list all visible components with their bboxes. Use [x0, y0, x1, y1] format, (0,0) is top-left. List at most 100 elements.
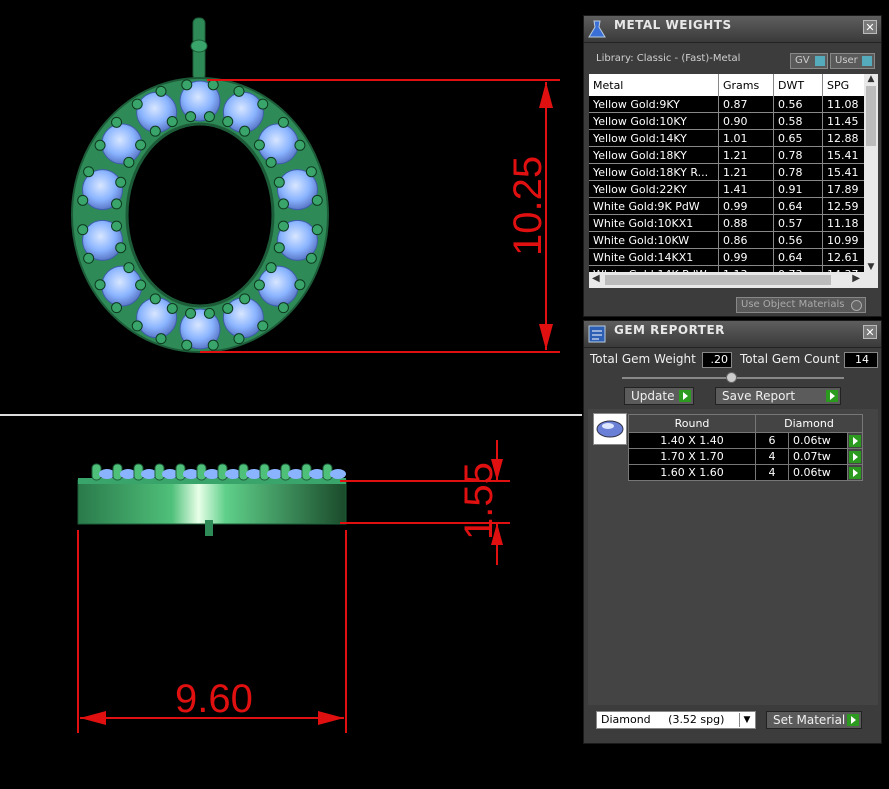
scroll-up-icon[interactable]: ▲ [864, 74, 878, 84]
prong-bead [181, 339, 193, 351]
prong [322, 463, 333, 481]
update-button[interactable]: Update [624, 387, 694, 405]
table-cell: 0.57 [773, 214, 823, 232]
scroll-thumb-horizontal[interactable] [605, 275, 831, 285]
horizontal-scrollbar[interactable]: ◀ ▶ [589, 272, 878, 288]
prong-bead [277, 116, 289, 128]
gem-row[interactable]: 1.60 X 1.60 4 0.06tw [628, 464, 863, 481]
table-cell: White Gold:9K PdW [589, 197, 719, 215]
gem-cell: 0.06tw [788, 464, 848, 481]
gem-cell: 1.60 X 1.60 [628, 464, 756, 481]
prong-bead [131, 320, 143, 332]
close-icon[interactable]: ✕ [863, 20, 877, 34]
table-row[interactable]: Yellow Gold:10KY 0.90 0.58 11.45 [589, 112, 872, 130]
prong-bead [311, 224, 323, 236]
table-row[interactable]: Yellow Gold:14KY 1.01 0.65 12.88 [589, 129, 872, 147]
prong-bead [277, 220, 289, 232]
gem-row[interactable]: 1.70 X 1.70 4 0.07tw [628, 448, 863, 465]
user-toggle[interactable]: User [830, 53, 875, 69]
prong [259, 463, 270, 481]
play-icon [679, 390, 691, 402]
use-object-materials-label: Use Object Materials [741, 299, 845, 310]
gem-row-action[interactable] [847, 432, 863, 449]
gem-reporter-title: GEM REPORTER [614, 323, 725, 337]
dimension-width: 9.60 [77, 530, 347, 733]
table-row[interactable]: White Gold:14KX1 0.99 0.64 12.61 [589, 248, 872, 266]
table-cell: Yellow Gold:18KY [589, 146, 719, 164]
gem-cell: 0.06tw [788, 432, 848, 449]
column-header-grams[interactable]: Grams [718, 74, 774, 96]
use-object-materials-toggle[interactable]: Use Object Materials [736, 297, 866, 313]
gem-row-action[interactable] [847, 464, 863, 481]
metal-table-container[interactable]: Metal Grams DWT SPG Yellow Gold:9KY 0.87 0… [589, 74, 878, 288]
cad-viewport[interactable]: 10.25 1.55 9.60 [0, 0, 582, 789]
prong-bead [294, 139, 306, 151]
table-cell: 0.91 [773, 180, 823, 198]
table-cell: White Gold:10KW [589, 231, 719, 249]
table-cell: 0.64 [773, 248, 823, 266]
play-icon[interactable] [849, 467, 861, 479]
play-icon[interactable] [849, 435, 861, 447]
column-header-material: Diamond [755, 414, 863, 433]
table-cell: Yellow Gold:9KY [589, 96, 719, 113]
pendant-side-view [77, 463, 347, 536]
prong [112, 463, 123, 481]
vertical-scrollbar[interactable]: ▲ ▼ [864, 74, 878, 272]
table-row[interactable]: Yellow Gold:18KY 1.21 0.78 15.41 [589, 146, 872, 164]
column-header-metal[interactable]: Metal [589, 74, 719, 96]
prong-bead [233, 333, 245, 345]
scroll-down-icon[interactable]: ▼ [864, 262, 878, 272]
total-gem-count-label: Total Gem Count [740, 352, 840, 366]
slider[interactable] [622, 372, 844, 384]
table-row[interactable]: Yellow Gold:22KY 1.41 0.91 17.89 [589, 180, 872, 198]
prong-bead [83, 166, 95, 178]
material-select[interactable]: Diamond (3.52 spg) ▼ [596, 711, 756, 729]
toggle-indicator-icon [815, 56, 825, 66]
prong [91, 463, 102, 481]
table-row[interactable]: Yellow Gold:18KY R... 1.21 0.78 15.41 [589, 163, 872, 181]
gem-reporter-panel: GEM REPORTER ✕ Total Gem Weight .20 Tota… [583, 320, 882, 744]
total-gem-count-field[interactable]: 14 [844, 352, 878, 368]
close-icon[interactable]: ✕ [863, 325, 877, 339]
total-gem-weight-label: Total Gem Weight [590, 352, 696, 366]
set-material-button[interactable]: Set Material [766, 711, 862, 729]
table-cell: 0.90 [718, 112, 774, 130]
prong-bead [185, 111, 197, 123]
table-cell: 0.88 [718, 214, 774, 232]
gv-toggle[interactable]: GV [790, 53, 828, 69]
gem-cell: 1.40 X 1.40 [628, 432, 756, 449]
scroll-left-icon[interactable]: ◀ [592, 273, 600, 284]
prong-bead [123, 262, 135, 274]
radio-icon [851, 300, 862, 311]
chevron-down-icon[interactable]: ▼ [739, 713, 754, 727]
gem-row-action[interactable] [847, 448, 863, 465]
table-row[interactable]: Yellow Gold:9KY 0.87 0.56 11.08 [589, 96, 872, 113]
gem-reporter-titlebar[interactable]: GEM REPORTER ✕ [584, 321, 881, 348]
table-cell: 0.58 [773, 112, 823, 130]
prong-bead [155, 333, 167, 345]
prong-bead [155, 85, 167, 97]
play-icon [826, 390, 838, 402]
prong [280, 463, 291, 481]
table-cell: 1.21 [718, 146, 774, 164]
gem-row[interactable]: 1.40 X 1.40 6 0.06tw [628, 432, 863, 449]
prong-bead [277, 198, 289, 210]
prong-bead [149, 293, 161, 305]
total-gem-weight-field[interactable]: .20 [702, 352, 732, 368]
scroll-thumb[interactable] [866, 86, 876, 146]
gem-table: Round Diamond 1.40 X 1.40 6 0.06tw 1.70 X 1… [628, 414, 863, 481]
save-report-button[interactable]: Save Report [715, 387, 841, 405]
diamond-thumbnail[interactable] [593, 413, 627, 445]
scroll-right-icon[interactable]: ▶ [852, 273, 860, 284]
dimension-thickness: 1.55 [340, 440, 510, 565]
column-header-dwt[interactable]: DWT [773, 74, 823, 96]
material-select-value: Diamond (3.52 spg) [601, 713, 725, 726]
table-cell: Yellow Gold:14KY [589, 129, 719, 147]
prong-bead [111, 302, 123, 314]
play-icon[interactable] [849, 451, 861, 463]
table-row[interactable]: White Gold:10KW 0.86 0.56 10.99 [589, 231, 872, 249]
slider-knob[interactable] [726, 372, 737, 383]
table-row[interactable]: White Gold:10KX1 0.88 0.57 11.18 [589, 214, 872, 232]
metal-weights-titlebar[interactable]: METAL WEIGHTS ✕ [584, 16, 881, 43]
table-row[interactable]: White Gold:9K PdW 0.99 0.64 12.59 [589, 197, 872, 215]
